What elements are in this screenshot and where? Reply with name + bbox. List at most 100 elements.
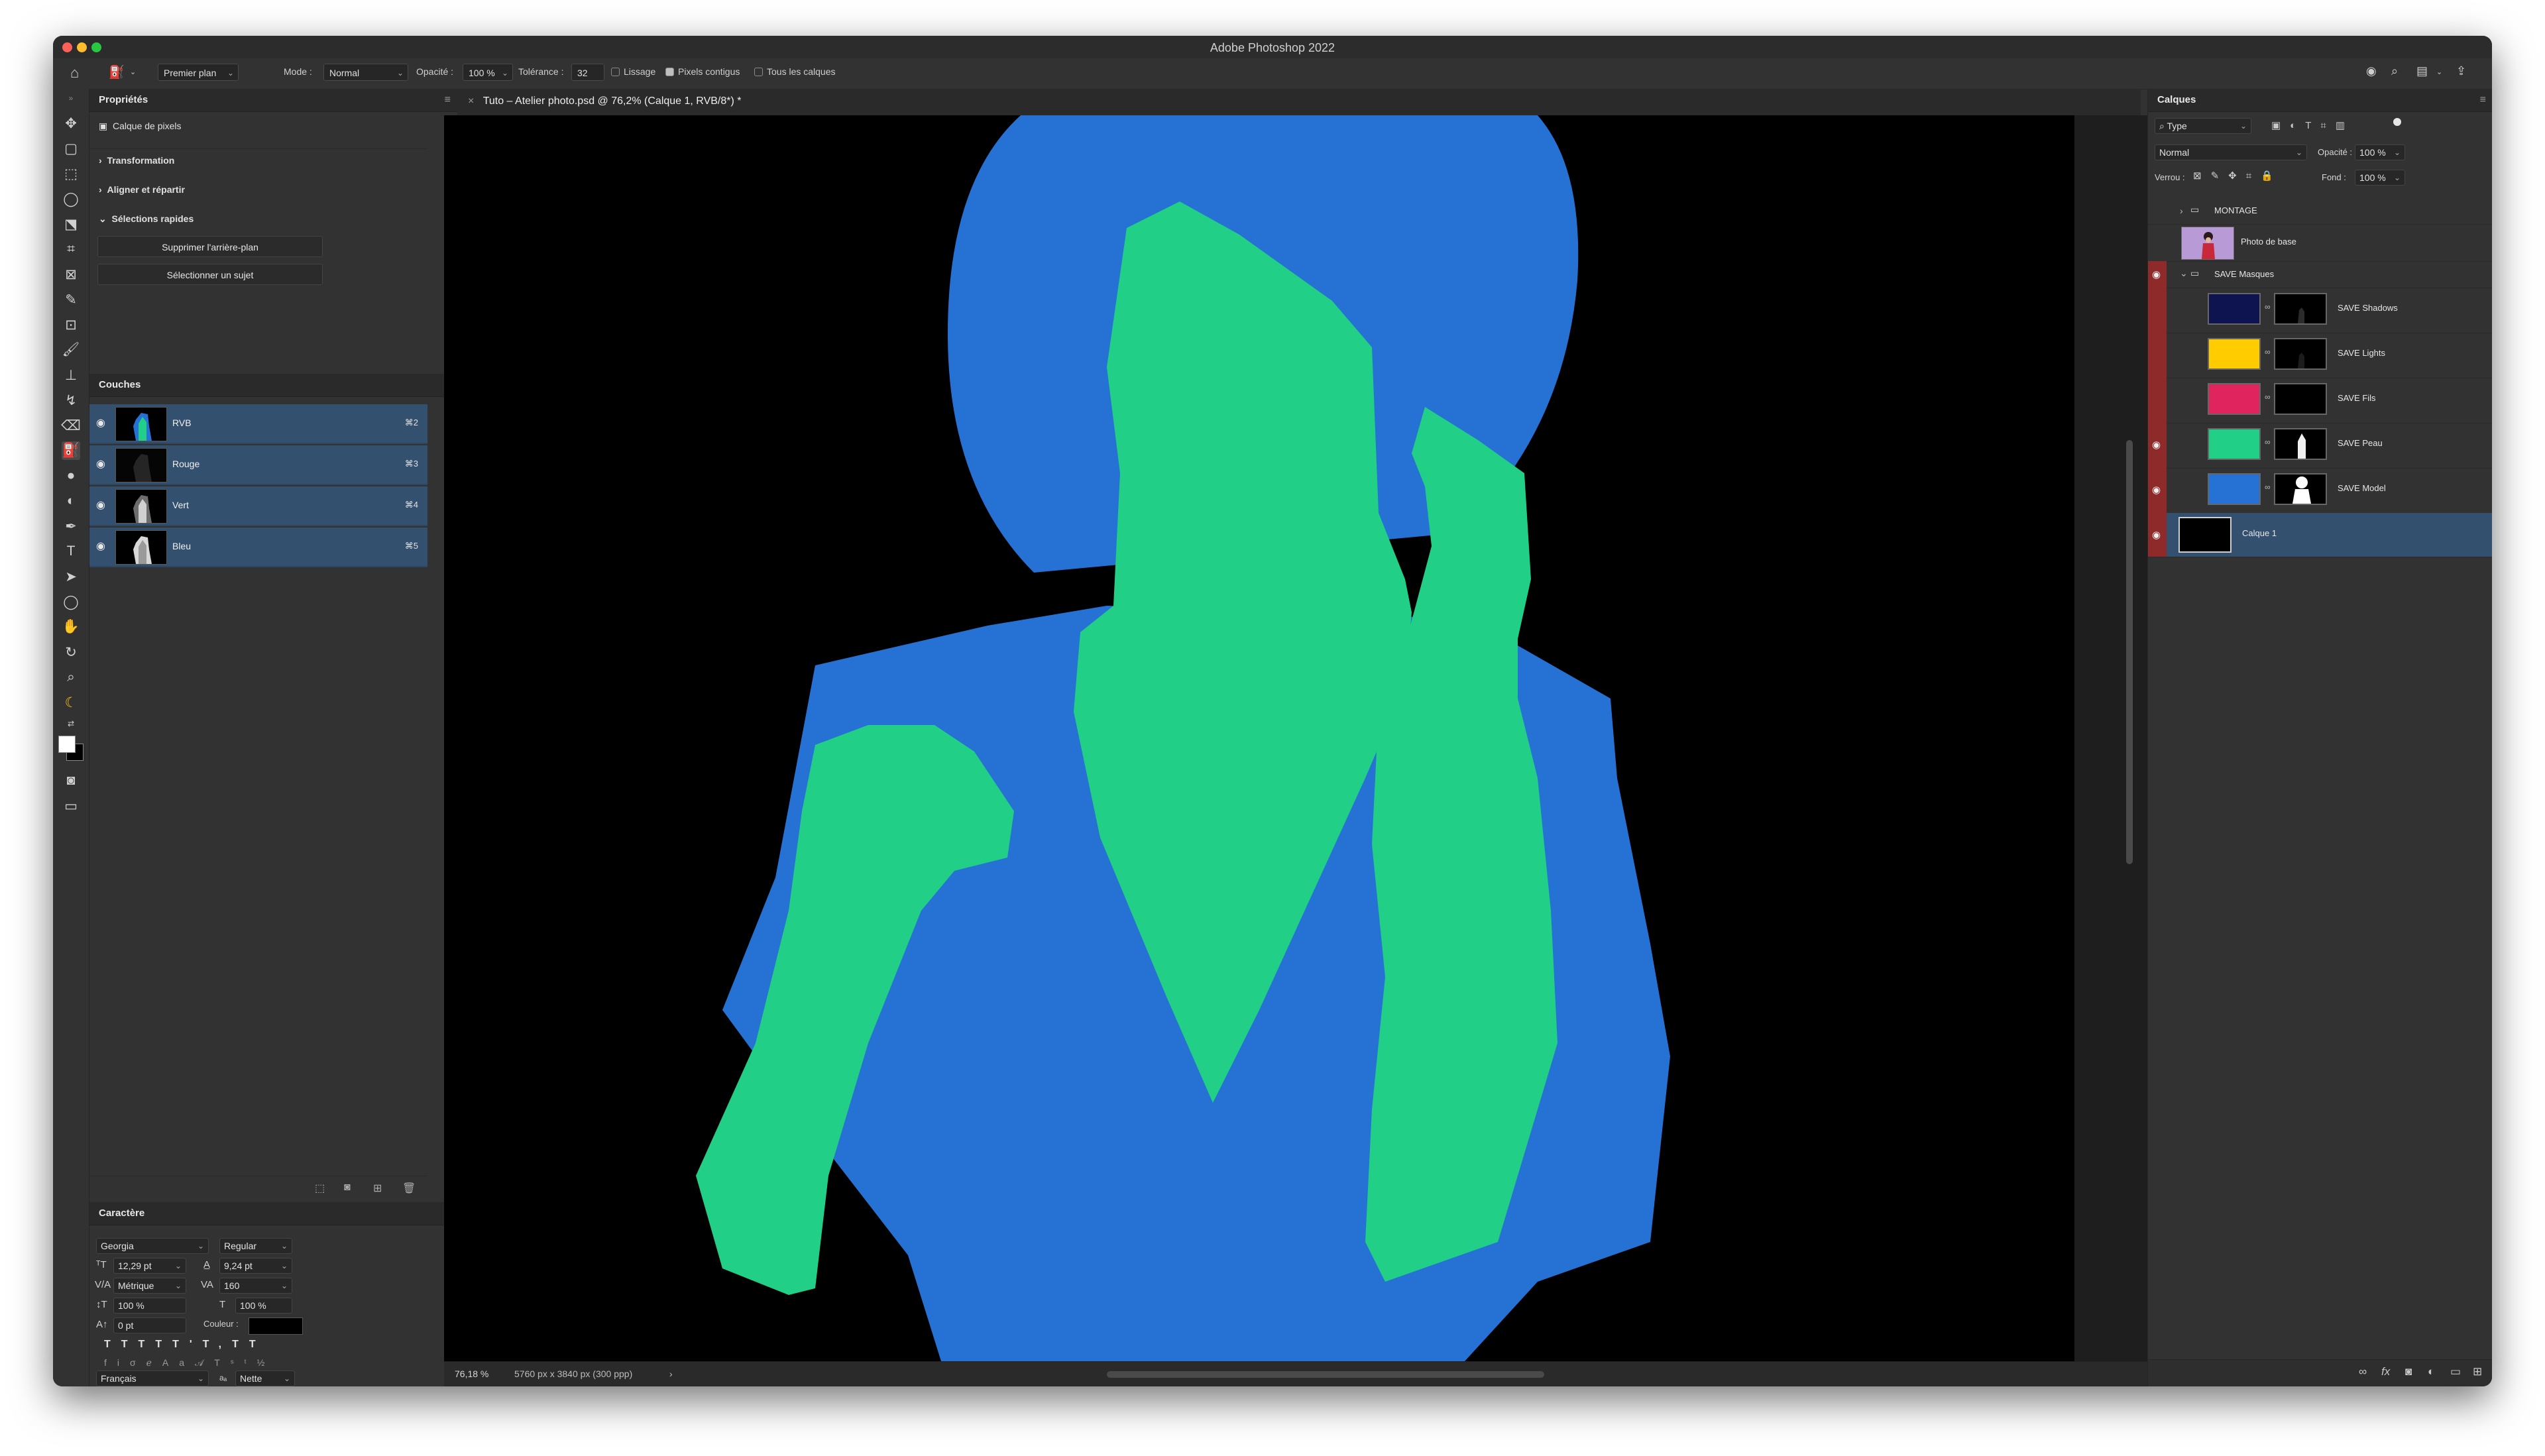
crop-tool-icon[interactable]: ⌗ [62,240,80,258]
font-style-select[interactable]: Regular ⌄ [219,1238,292,1254]
fill-color-thumbnail[interactable] [2208,338,2261,370]
link-icon[interactable]: ∞ [2265,392,2271,402]
link-icon[interactable]: ∞ [2265,482,2271,492]
visibility-toggle[interactable] [2148,288,2167,333]
font-size-field[interactable]: 12,29 pt ⌄ [113,1258,186,1274]
tracking-select[interactable]: 160 ⌄ [219,1278,292,1294]
adjustment-layer-icon[interactable]: ◐ [2428,1365,2434,1378]
antialias-select[interactable]: Nette ⌄ [235,1371,295,1386]
visibility-toggle[interactable] [2148,333,2167,378]
tool-preset-chevron-icon[interactable]: ⌄ [130,68,136,76]
hand-tool-icon[interactable]: ✋ [62,618,80,636]
visibility-toggle[interactable] [2148,378,2167,423]
visibility-toggle[interactable]: ◉ [2148,513,2167,557]
history-brush-tool-icon[interactable]: ↯ [62,391,80,410]
rotate-view-tool-icon[interactable]: ↻ [62,643,80,661]
dodge-tool-icon[interactable]: ◐ [62,492,80,510]
layer-calque-1[interactable]: ◉ Calque 1 [2148,513,2492,557]
move-tool-icon[interactable]: ✥ [62,114,80,133]
new-group-icon[interactable]: ▭ [2450,1365,2461,1378]
link-icon[interactable]: ∞ [2265,347,2271,357]
kerning-select[interactable]: Métrique ⌄ [113,1278,186,1294]
language-select[interactable]: Français ⌄ [96,1371,209,1386]
fill-color-thumbnail[interactable] [2208,383,2261,415]
channel-row-blue[interactable]: ◉ Bleu ⌘5 [89,528,427,567]
horizontal-scrollbar[interactable] [1107,1371,1544,1378]
artboard-tool-icon[interactable]: ▢ [62,139,80,158]
ellipse-tool-icon[interactable]: ◯ [62,592,80,611]
export-share-icon[interactable]: ⇪ [2456,64,2466,78]
layer-filter-select[interactable]: ⌕ Type ⌄ [2155,118,2251,134]
mask-thumbnail[interactable] [2274,473,2327,505]
all-layers-checkbox[interactable]: Tous les calques [754,66,836,77]
transform-section[interactable]: › Transformation [99,155,174,166]
chevron-right-icon[interactable]: › [669,1369,673,1379]
eraser-tool-icon[interactable]: ⌫ [61,416,81,435]
search-icon[interactable]: ⌕ [2391,64,2398,78]
visibility-toggle[interactable]: ◉ [2148,261,2167,288]
save-selection-icon[interactable]: ◙ [344,1182,351,1194]
properties-tab[interactable]: Propriétés [99,94,148,105]
layer-save-shadows[interactable]: ∞ SAVE Shadows [2148,288,2492,333]
layer-save-peau[interactable]: ◉ ∞ SAVE Peau [2148,423,2492,469]
vertical-scale-field[interactable]: 100 % [113,1298,186,1314]
horizontal-scale-field[interactable]: 100 % [235,1298,292,1314]
new-layer-icon[interactable]: ⊞ [2473,1365,2482,1378]
visibility-toggle[interactable] [2148,197,2167,224]
vertical-scrollbar[interactable] [2126,440,2133,864]
layer-fill-field[interactable]: 100 % ⌄ [2355,170,2405,186]
paint-bucket-tool-icon[interactable]: ⛽ [109,64,125,80]
link-icon[interactable]: ∞ [2265,302,2271,311]
object-selection-tool-icon[interactable]: ⬔ [62,215,80,233]
path-selection-tool-icon[interactable]: ➤ [62,567,80,586]
visibility-eye-icon[interactable]: ◉ [96,498,105,512]
character-tab[interactable]: Caractère [99,1207,144,1219]
chevron-right-icon[interactable]: › [2180,205,2183,216]
foreground-color-swatch[interactable] [58,736,76,753]
document-canvas[interactable] [444,115,2074,1361]
zoom-tool-icon[interactable]: ⌕ [62,668,80,687]
layer-group-montage[interactable]: › ▭ MONTAGE [2148,197,2492,225]
layer-save-fils[interactable]: ∞ SAVE Fils [2148,378,2492,423]
layers-tab[interactable]: Calques [2157,94,2196,105]
layer-save-lights[interactable]: ∞ SAVE Lights [2148,333,2492,378]
panel-menu-icon[interactable]: ≡ [445,94,451,106]
load-selection-icon[interactable]: ⬚ [315,1182,325,1195]
marquee-tool-icon[interactable]: ⬚ [62,164,80,183]
lasso-tool-icon[interactable]: ◯ [62,190,80,208]
opacity-field[interactable]: 100 % ⌄ [463,64,513,81]
pen-tool-icon[interactable]: ✒ [62,517,80,535]
workspace-icon[interactable]: ▤ [2416,64,2428,78]
layer-thumbnail[interactable] [2178,517,2232,553]
tolerance-field[interactable]: 32 [571,64,604,81]
close-icon[interactable]: × [468,95,474,107]
mask-thumbnail[interactable] [2274,338,2327,370]
healing-brush-tool-icon[interactable]: ⊡ [62,315,80,334]
paint-bucket-tool-icon[interactable]: ⛽ [62,441,80,460]
workspace-chevron-icon[interactable]: ⌄ [2436,68,2442,76]
link-icon[interactable]: ∞ [2265,437,2271,447]
link-layers-icon[interactable]: ∞ [2359,1365,2367,1378]
blend-mode-select[interactable]: Normal ⌄ [2155,144,2307,160]
visibility-eye-icon[interactable]: ◉ [96,539,105,553]
visibility-eye-icon[interactable]: ◉ [96,416,105,429]
channel-row-rgb[interactable]: ◉ RVB ⌘2 [89,404,427,444]
layer-photo-base[interactable]: Photo de base [2148,224,2492,262]
channel-row-red[interactable]: ◉ Rouge ⌘3 [89,445,427,485]
delete-channel-icon[interactable]: 🗑 [402,1182,416,1195]
zoom-level[interactable]: 76,18 % [455,1369,488,1379]
share-user-icon[interactable]: ◉ [2366,64,2377,78]
screen-mode-icon[interactable]: ▭ [62,797,80,815]
type-style-buttons[interactable]: TTTTT'T,TT [104,1339,266,1351]
add-mask-icon[interactable]: ◙ [2405,1365,2412,1378]
stamp-tool-icon[interactable]: ⊥ [62,366,80,384]
select-subject-button[interactable]: Sélectionner un sujet [97,264,323,285]
document-tab[interactable]: × Tuto – Atelier photo.psd @ 76,2% (Calq… [468,95,741,107]
type-tool-icon[interactable]: T [62,542,80,561]
remove-background-button[interactable]: Supprimer l'arrière-plan [97,236,323,257]
lock-icons[interactable]: ⊠✎✥⌗🔒 [2193,170,2283,182]
mask-thumbnail[interactable] [2274,293,2327,325]
filter-toggle-icon[interactable] [2393,118,2401,126]
banana-icon[interactable]: ☾ [62,693,80,712]
visibility-toggle[interactable]: ◉ [2148,468,2167,513]
